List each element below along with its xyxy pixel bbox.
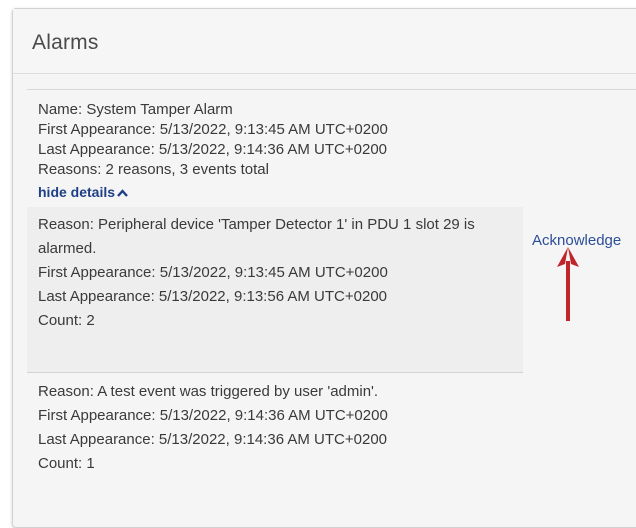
reason-first-appearance: First Appearance: 5/13/2022, 9:14:36 AM …: [38, 407, 388, 424]
panel-header: Alarms: [13, 9, 636, 74]
reason-item: Reason: Peripheral device 'Tamper Detect…: [27, 207, 523, 373]
alarms-panel: Alarms Name: System Tamper Alarm First A…: [12, 8, 636, 528]
alarm-details: Name: System Tamper Alarm First Appearan…: [27, 90, 523, 476]
reason-text: Reason: A test event was triggered by us…: [38, 383, 379, 400]
reason-item: Reason: A test event was triggered by us…: [27, 373, 523, 476]
chevron-up-icon: [117, 183, 128, 203]
alarm-row: Name: System Tamper Alarm First Appearan…: [27, 89, 636, 472]
reason-count: Count: 1: [38, 455, 95, 472]
panel-title: Alarms: [32, 31, 99, 54]
alarm-name: Name: System Tamper Alarm: [38, 101, 233, 118]
arrow-up-icon: [553, 247, 583, 330]
reason-text: Reason: Peripheral device 'Tamper Detect…: [38, 216, 475, 257]
hide-details-label: hide details: [38, 184, 116, 200]
reason-first-appearance: First Appearance: 5/13/2022, 9:13:45 AM …: [38, 264, 388, 281]
hide-details-link[interactable]: hide details: [38, 182, 128, 203]
reason-last-appearance: Last Appearance: 5/13/2022, 9:14:36 AM U…: [38, 431, 387, 448]
alarm-last-appearance: Last Appearance: 5/13/2022, 9:14:36 AM U…: [38, 141, 387, 158]
reason-last-appearance: Last Appearance: 5/13/2022, 9:13:56 AM U…: [38, 288, 387, 305]
alarm-first-appearance: First Appearance: 5/13/2022, 9:13:45 AM …: [38, 121, 388, 138]
reason-count: Count: 2: [38, 312, 95, 329]
alarm-reasons-summary: Reasons: 2 reasons, 3 events total: [38, 161, 269, 178]
alarm-summary: Name: System Tamper Alarm First Appearan…: [27, 90, 523, 207]
